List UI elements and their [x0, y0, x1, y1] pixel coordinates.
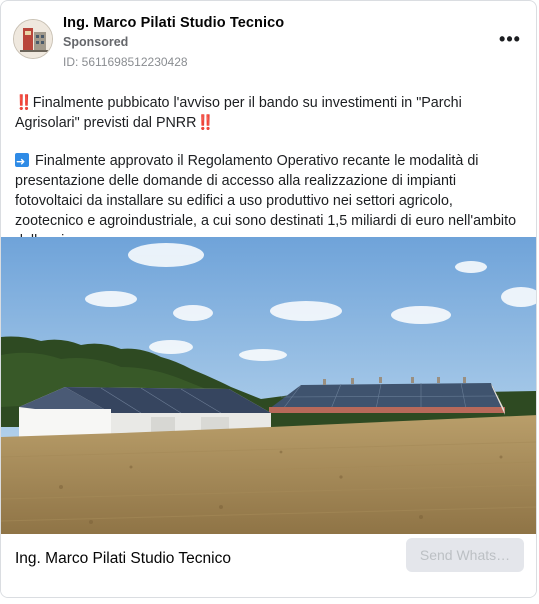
ad-id: ID: 561169851223042​8 [63, 55, 188, 69]
right-arrow-icon [15, 152, 29, 172]
page-name[interactable]: Ing. Marco Pilati Studio Tecnico [63, 15, 284, 31]
ad-footer: Ing. Marco Pilati Studio Tecnico Send Wh… [1, 534, 536, 597]
paragraph-1: ‼️Finalmente pubbicato l'avviso per il b… [15, 95, 462, 131]
avatar[interactable] [13, 19, 53, 59]
farm-solar-photo-icon [1, 237, 536, 534]
ad-body-text: ‼️Finalmente pubbicato l'avviso per il b… [15, 93, 525, 251]
ad-header: Ing. Marco Pilati Studio Tecnico Sponsor… [1, 1, 536, 81]
more-icon: ••• [499, 29, 521, 49]
logo-icon [14, 20, 52, 58]
paragraph-2-container: Finalmente approvato il Regolamento Oper… [15, 151, 525, 251]
send-whatsapp-button[interactable]: Send Whats… [406, 538, 524, 572]
ad-card: Ing. Marco Pilati Studio Tecnico Sponsor… [0, 0, 537, 598]
footer-page-name[interactable]: Ing. Marco Pilati Studio Tecnico [15, 550, 231, 568]
more-options-button[interactable]: ••• [498, 27, 522, 51]
paragraph-2: Finalmente approvato il Regolamento Oper… [15, 153, 517, 249]
sponsored-label: Sponsored [63, 35, 129, 49]
ad-image[interactable] [1, 237, 536, 534]
